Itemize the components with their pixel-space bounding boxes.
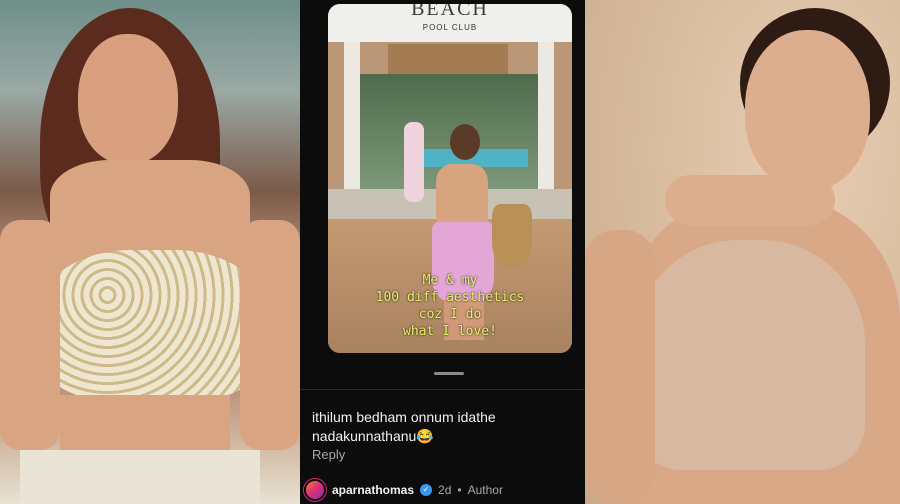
beige-bralette [635, 240, 865, 470]
left-portrait-photo [0, 0, 300, 504]
sign-sub-text: POOL CLUB [422, 23, 478, 32]
right-arm [240, 220, 300, 450]
story-caption: Me & my 100 diff aesthetics coz I do wha… [328, 272, 572, 340]
pillar-left [344, 42, 360, 192]
sheet-drag-handle[interactable] [434, 372, 464, 375]
reply-button[interactable]: Reply [312, 447, 345, 462]
author-badge: Author [467, 483, 503, 497]
right-portrait-photo [585, 0, 900, 504]
author-comment-header: aparnathomas ✓ 2d • Author [304, 478, 503, 502]
sign-main-text: BEACH [411, 4, 489, 20]
comment-text: ithilum bedham onnum idathe nadakunnatha… [312, 409, 496, 444]
face [78, 34, 178, 164]
caption-line: Me & my [422, 273, 478, 288]
midriff [60, 395, 230, 455]
raised-hand [665, 175, 835, 225]
author-username[interactable]: aparnathomas [332, 483, 414, 497]
pool-club-sign: BEACH POOL CLUB [328, 4, 572, 42]
instagram-story-comment-screenshot: BEACH POOL CLUB Me & my 100 diff aesthet… [300, 0, 585, 504]
arm [585, 230, 655, 504]
divider [300, 389, 585, 390]
bystander [404, 122, 424, 202]
story-image-card[interactable]: BEACH POOL CLUB Me & my 100 diff aesthet… [328, 4, 572, 353]
pillar-right [538, 42, 554, 192]
verified-check-icon: ✓ [420, 484, 433, 496]
shell-crop-top [40, 250, 265, 400]
comment-time: 2d [438, 483, 452, 497]
straw-basket-bag [492, 204, 532, 268]
face [745, 30, 870, 190]
left-arm [0, 220, 60, 450]
walker-head [450, 124, 480, 160]
thatched-roof [388, 44, 508, 74]
walker-back [436, 164, 488, 224]
caption-line: 100 diff aesthetics [375, 290, 525, 305]
caption-line: coz I do [418, 307, 482, 322]
avatar[interactable] [304, 479, 326, 501]
caption-line: what I love! [403, 324, 497, 339]
meta-separator: • [457, 483, 462, 497]
skirt [20, 450, 260, 504]
